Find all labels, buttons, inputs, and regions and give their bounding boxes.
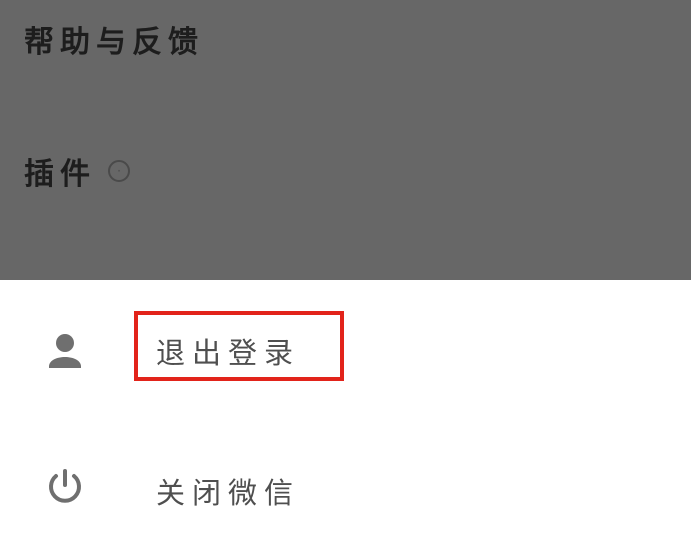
logout-label: 退出登录 <box>156 336 301 370</box>
help-feedback-label: 帮助与反馈 <box>24 25 204 60</box>
power-icon <box>49 469 81 503</box>
plugin-hint-icon: · <box>108 160 130 182</box>
close-wechat-label: 关闭微信 <box>156 476 301 510</box>
plugins-item[interactable]: 插件 · <box>0 132 691 210</box>
close-wechat-button[interactable]: 关闭微信 <box>0 438 691 538</box>
user-icon <box>49 334 81 368</box>
background-menu: 帮助与反馈 插件 · <box>0 0 691 280</box>
plugins-label: 插件 <box>24 157 96 192</box>
action-sheet: 退出登录 关闭微信 <box>0 280 691 518</box>
help-feedback-item[interactable]: 帮助与反馈 <box>0 0 691 78</box>
logout-button[interactable]: 退出登录 <box>0 300 691 400</box>
